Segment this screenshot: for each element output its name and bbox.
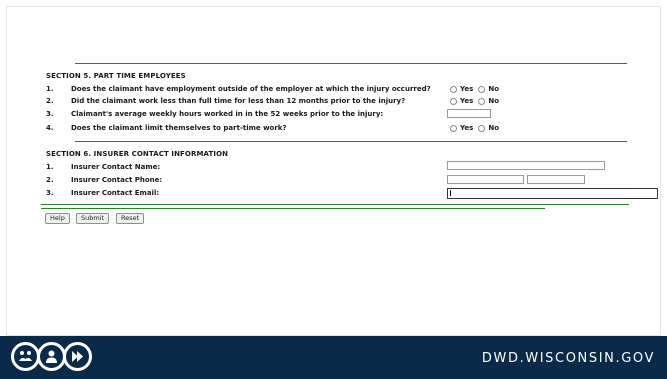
bottom-divider [41,204,629,205]
section5-q1-radio-group: Yes No [450,85,504,93]
radio-yes-label: Yes [460,124,474,132]
help-button[interactable]: Help [45,213,70,224]
forward-arrows-icon [63,342,92,371]
question-number: 4. [46,124,54,132]
field-label: Insurer Contact Phone: [71,176,163,184]
text-cursor [450,190,451,196]
bottom-divider-secondary [41,208,545,209]
question-number: 2. [46,97,54,105]
radio-yes[interactable] [450,124,457,132]
radio-no[interactable] [478,124,486,132]
site-url[interactable]: DWD.WISCONSIN.GOV [482,351,655,366]
field-label: Insurer Contact Name: [71,163,161,171]
insurer-contact-name-input[interactable] [447,161,605,170]
field-number: 2. [46,176,54,184]
top-divider [75,63,627,64]
radio-no-label: No [488,97,500,105]
radio-no-label: No [488,85,500,93]
radio-no[interactable] [478,97,486,105]
person-icon [37,342,66,371]
radio-yes[interactable] [450,85,457,93]
field-label: Insurer Contact Email: [71,189,160,197]
field-number: 3. [46,189,54,197]
submit-button[interactable]: Submit [76,213,110,224]
question-text: Does the claimant have employment outsid… [71,85,431,93]
question-text: Does the claimant limit themselves to pa… [71,124,287,132]
people-icon [11,342,40,371]
footer-banner: DWD.WISCONSIN.GOV [0,336,667,379]
radio-no-label: No [488,124,500,132]
section5-q2-radio-group: Yes No [450,97,504,105]
question-text: Claimant's average weekly hours worked i… [71,110,384,118]
insurer-contact-phone-input[interactable] [447,175,524,184]
section5-q4-radio-group: Yes No [450,124,504,132]
radio-yes[interactable] [450,97,457,105]
section5-title: SECTION 5. PART TIME EMPLOYEES [46,72,186,80]
question-text: Did the claimant work less than full tim… [71,97,406,105]
insurer-contact-phone-ext-input[interactable] [527,175,585,184]
insurer-contact-email-input[interactable] [447,188,658,199]
radio-yes-label: Yes [460,97,474,105]
reset-button[interactable]: Reset [116,213,145,224]
radio-yes-label: Yes [460,85,474,93]
radio-no[interactable] [478,85,486,93]
section-divider [75,141,627,142]
slide-frame [6,6,661,336]
field-number: 1. [46,163,54,171]
question-number: 1. [46,85,54,93]
section6-title: SECTION 6. INSURER CONTACT INFORMATION [46,150,229,158]
question-number: 3. [46,110,54,118]
weekly-hours-input[interactable] [447,109,491,118]
dwd-logo [11,342,92,371]
